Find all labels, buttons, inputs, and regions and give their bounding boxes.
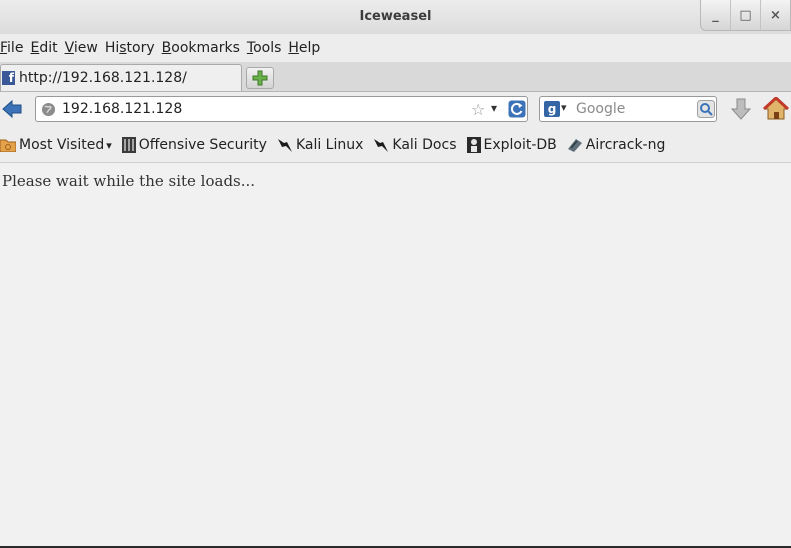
page-content: Please wait while the site loads...: [0, 163, 791, 546]
menu-tools[interactable]: Tools: [247, 40, 289, 56]
search-bar: g ▾: [539, 96, 717, 122]
search-icon[interactable]: [697, 100, 715, 118]
bookmark-aircrack-ng[interactable]: Aircrack-ng: [567, 137, 666, 153]
home-icon[interactable]: [763, 97, 789, 121]
close-button[interactable]: ×: [760, 0, 790, 30]
loading-message: Please wait while the site loads...: [2, 172, 256, 190]
search-engine-dropdown-icon[interactable]: ▾: [561, 101, 567, 114]
url-bar[interactable]: 192.168.121.128 ☆ ▾: [35, 96, 528, 122]
folder-icon: [0, 138, 16, 152]
bookmark-label: Aircrack-ng: [585, 137, 666, 153]
globe-icon: [41, 102, 56, 117]
window-title: Iceweasel: [359, 9, 432, 24]
offsec-icon: [121, 137, 136, 153]
kali-dragon-icon: [373, 137, 389, 153]
minimize-button[interactable]: _: [701, 0, 730, 30]
back-arrow-icon: [2, 99, 22, 119]
search-input[interactable]: [576, 100, 696, 118]
menu-view[interactable]: View: [65, 40, 105, 56]
bookmark-offensive-security[interactable]: Offensive Security: [121, 137, 267, 153]
bookmark-kali-linux[interactable]: Kali Linux: [277, 137, 363, 153]
bookmark-star-icon[interactable]: ☆: [471, 100, 485, 119]
menu-bar: File Edit View History Bookmarks Tools H…: [0, 36, 327, 60]
menu-file[interactable]: File: [0, 40, 30, 56]
bookmark-label: Kali Docs: [392, 137, 457, 153]
navigation-toolbar: 192.168.121.128 ☆ ▾ g ▾: [0, 92, 791, 128]
menu-edit[interactable]: Edit: [30, 40, 64, 56]
bookmark-label: Offensive Security: [138, 137, 267, 153]
google-engine-icon[interactable]: g: [544, 101, 560, 117]
url-text[interactable]: 192.168.121.128: [62, 101, 182, 117]
reload-icon[interactable]: [508, 100, 526, 118]
menu-history[interactable]: History: [105, 40, 162, 56]
url-dropdown-icon[interactable]: ▾: [491, 101, 497, 115]
download-icon[interactable]: [730, 97, 752, 121]
facebook-icon: f: [2, 71, 15, 85]
menu-help[interactable]: Help: [288, 40, 327, 56]
new-tab-button[interactable]: [246, 67, 274, 89]
bookmark-most-visited[interactable]: Most Visited ▾: [0, 137, 112, 153]
tab-label: http://192.168.121.128/: [19, 70, 187, 86]
maximize-button[interactable]: □: [730, 0, 760, 30]
window-controls: _ □ ×: [700, 0, 791, 31]
bookmark-label: Most Visited: [19, 137, 105, 153]
bookmark-label: Exploit-DB: [483, 137, 557, 153]
tab-strip: f http://192.168.121.128/: [0, 62, 791, 92]
tab-active[interactable]: f http://192.168.121.128/: [0, 64, 242, 91]
bookmark-label: Kali Linux: [295, 137, 364, 153]
plus-icon: [252, 70, 268, 86]
exploitdb-icon: [466, 137, 481, 153]
aircrack-icon: [567, 137, 583, 153]
chevron-down-icon: ▾: [106, 138, 112, 152]
bookmark-exploit-db[interactable]: Exploit-DB: [466, 137, 557, 153]
menu-bookmarks[interactable]: Bookmarks: [162, 40, 247, 56]
kali-dragon-icon: [277, 137, 293, 153]
back-button[interactable]: [1, 98, 23, 120]
window-titlebar[interactable]: Iceweasel _ □ ×: [0, 0, 791, 34]
bookmarks-toolbar: Most Visited ▾ Offensive Security Kali L…: [0, 130, 675, 160]
bookmark-kali-docs[interactable]: Kali Docs: [373, 137, 457, 153]
